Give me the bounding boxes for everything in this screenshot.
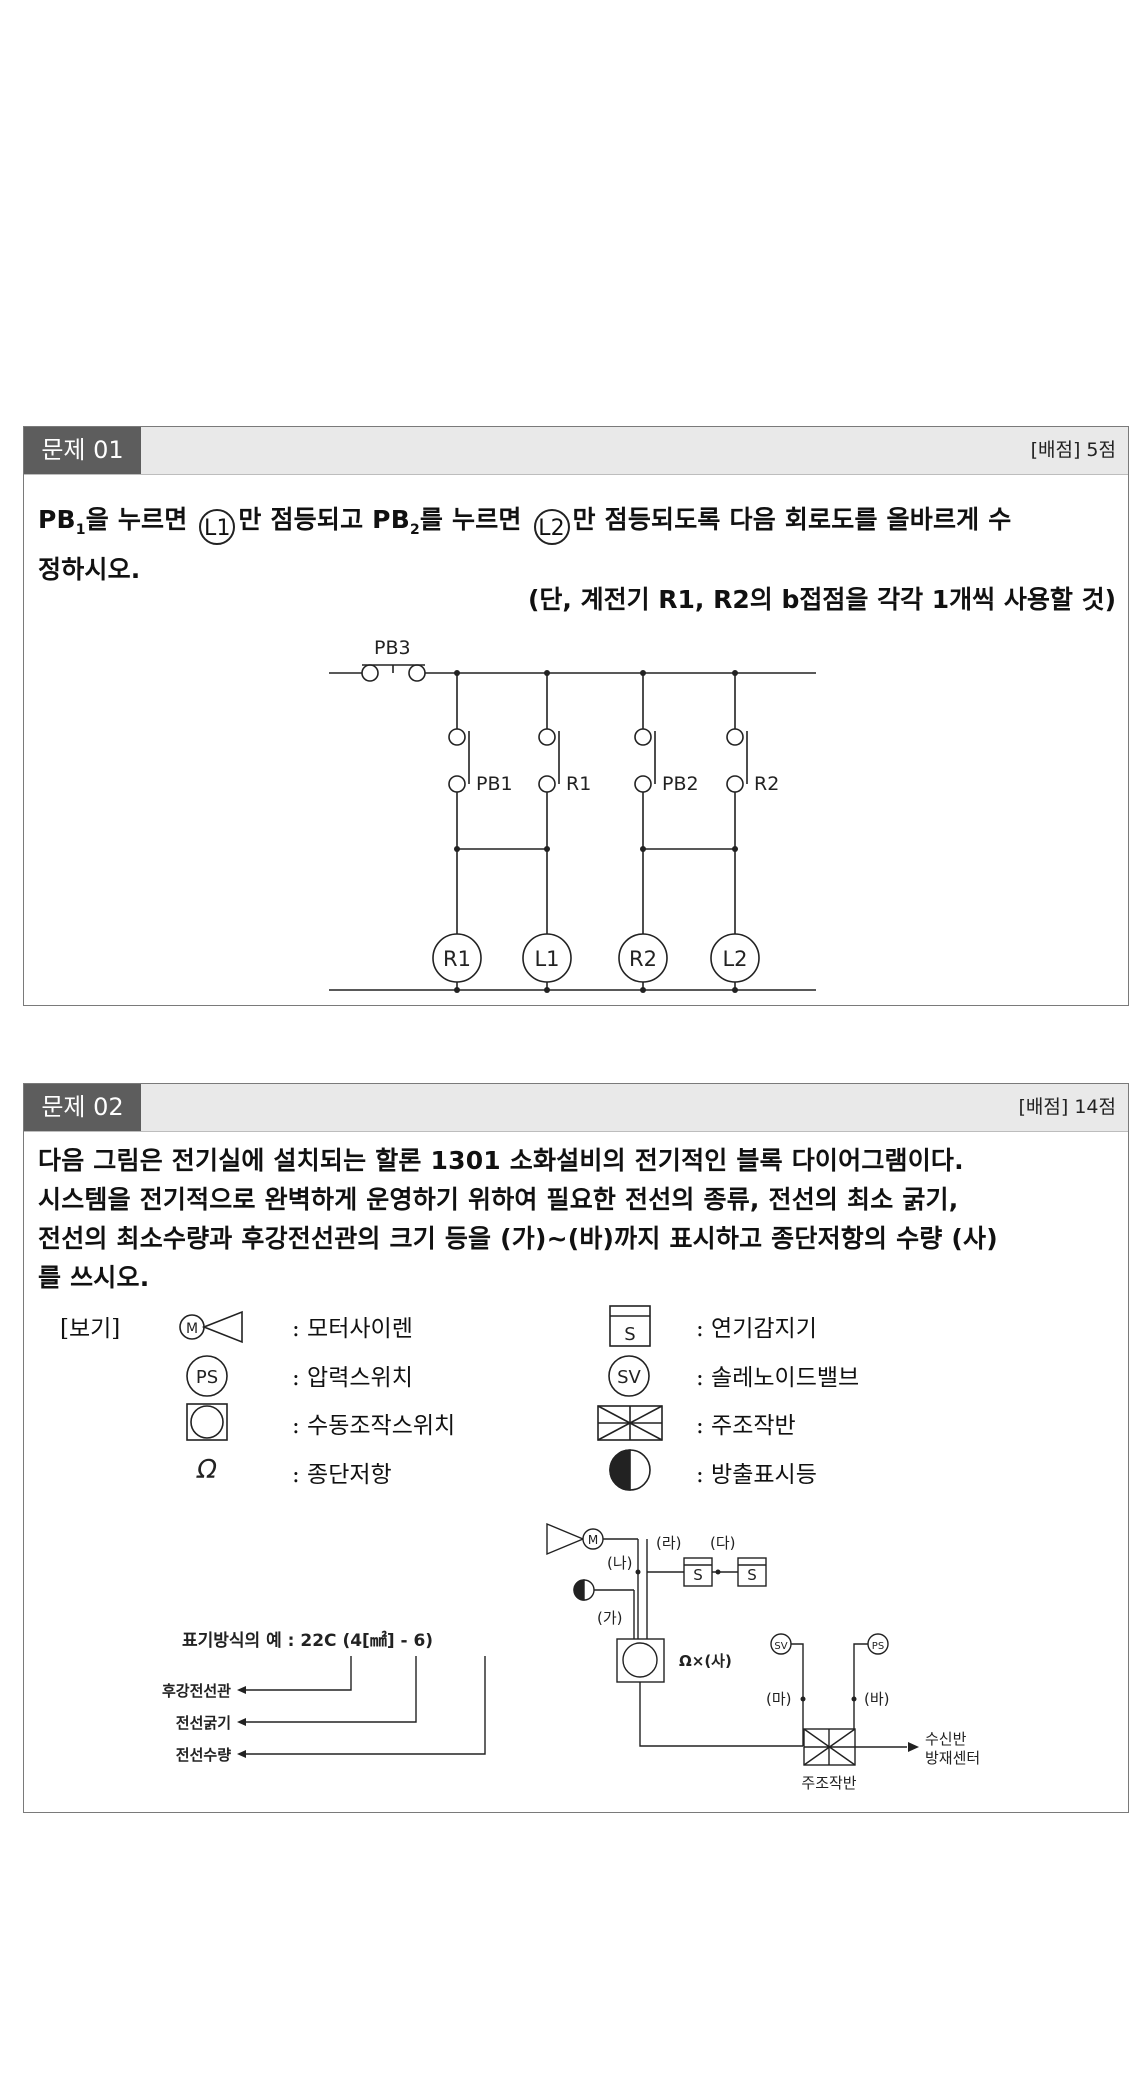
diagram-s2: S <box>747 1566 757 1584</box>
label-pb3: PB3 <box>374 637 411 659</box>
label-receiver: 수신반 <box>925 1730 967 1748</box>
label-ra: (라) <box>656 1534 682 1552</box>
legend-symbols: M PS S SV Ω 표기방식의 예 : 22C (4[㎟] - 6) 후강전… <box>162 1305 980 1792</box>
problem-1-box: 문제 01 [배점] 5점 PB1을 누르면 L1 만 점등되고 PB2를 누르면… <box>23 426 1129 1006</box>
label-pb1: PB1 <box>476 773 513 795</box>
notation-quantity: 전선수량 <box>176 1746 231 1764</box>
omega-symbol: Ω <box>196 1455 217 1485</box>
discharge-lamp-symbol <box>609 1449 651 1491</box>
diagram-sv: SV <box>774 1641 787 1652</box>
lamp-l2: L2 <box>722 947 747 971</box>
diagram-s1: S <box>693 1566 703 1584</box>
motor-m-label: M <box>186 1321 198 1337</box>
label-ma: (마) <box>766 1690 792 1708</box>
label-sa: Ω×(사) <box>679 1652 732 1670</box>
label-ba: (바) <box>864 1690 890 1708</box>
label-ga: (가) <box>597 1609 623 1627</box>
relay-circuit-diagram: PB3 PB1 R1 PB2 R2 R1 L1 R2 L2 <box>329 637 816 993</box>
coil-r2: R2 <box>629 947 657 971</box>
diagram-m: M <box>588 1533 598 1547</box>
label-na: (나) <box>607 1554 633 1572</box>
diagram-ps: PS <box>872 1641 884 1652</box>
label-r1-contact: R1 <box>566 773 591 795</box>
label-pb2: PB2 <box>662 773 699 795</box>
manual-switch-symbol <box>186 1403 228 1441</box>
ps-label: PS <box>196 1367 218 1388</box>
label-center: 방재센터 <box>925 1749 980 1767</box>
s-label: S <box>624 1324 635 1345</box>
notation-example: 표기방식의 예 : 22C (4[㎟] - 6) <box>182 1630 433 1651</box>
lamp-l1: L1 <box>534 947 559 971</box>
sv-label: SV <box>617 1367 641 1388</box>
label-da: (다) <box>710 1534 736 1552</box>
label-main-panel: 주조작반 <box>801 1774 856 1792</box>
coil-r1: R1 <box>443 947 471 971</box>
main-panel-symbol <box>597 1405 663 1441</box>
problem-2-box: 문제 02 [배점] 14점 다음 그림은 전기실에 설치되는 할론 1301 … <box>23 1083 1129 1813</box>
notation-conduit: 후강전선관 <box>162 1682 231 1700</box>
notation-thickness: 전선굵기 <box>176 1714 231 1732</box>
label-r2-contact: R2 <box>754 773 779 795</box>
